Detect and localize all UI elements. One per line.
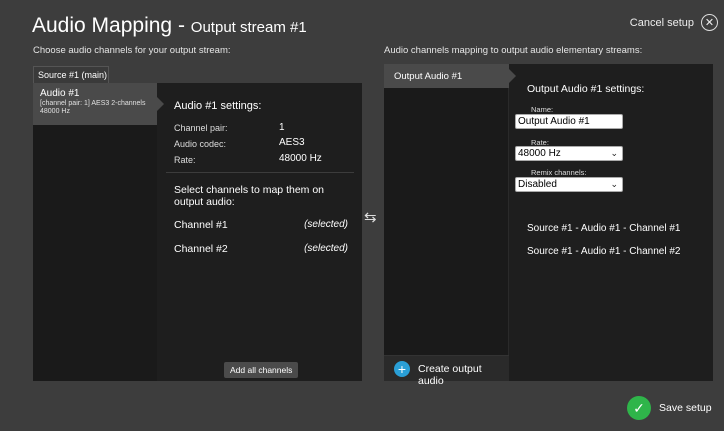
title-subtitle: Output stream #1 xyxy=(190,19,307,36)
output-list xyxy=(384,64,509,381)
rate-select[interactable]: 48000 Hz ⌄ xyxy=(515,146,623,161)
left-caption: Choose audio channels for your output st… xyxy=(33,45,231,56)
title-dash: - xyxy=(177,14,185,37)
plus-icon: + xyxy=(394,361,410,377)
remix-channels-label: Remix channels: xyxy=(531,168,587,177)
cancel-setup-button[interactable]: Cancel setup xyxy=(630,17,694,29)
channel-name: Channel #1 xyxy=(174,219,228,231)
channel-row-2[interactable]: Channel #2 (selected) xyxy=(166,238,354,258)
selection-pointer xyxy=(509,69,516,83)
name-label: Name: xyxy=(531,105,554,114)
tab-source-1[interactable]: Source #1 (main) xyxy=(33,66,109,83)
create-output-audio-button[interactable]: + Create output audio xyxy=(384,355,509,387)
channel-status: (selected) xyxy=(304,243,348,254)
channel-name: Channel #2 xyxy=(174,243,228,255)
divider xyxy=(166,172,354,173)
output-settings-title: Output Audio #1 settings: xyxy=(527,83,645,95)
audio-list xyxy=(33,83,157,381)
audio-settings-title: Audio #1 settings: xyxy=(174,100,262,112)
selection-pointer xyxy=(157,97,164,111)
remix-select-value: Disabled xyxy=(518,179,557,190)
rate-select-value: 48000 Hz xyxy=(518,148,561,159)
right-caption: Audio channels mapping to output audio e… xyxy=(384,45,643,56)
setting-value-channel-pair: 1 xyxy=(279,122,285,133)
remix-channels-select[interactable]: Disabled ⌄ xyxy=(515,177,623,192)
save-setup-button[interactable]: ✓ Save setup xyxy=(627,396,713,420)
name-field[interactable]: Output Audio #1 xyxy=(515,114,623,129)
mapping-item-2[interactable]: Source #1 - Audio #1 - Channel #2 xyxy=(527,246,680,257)
output-tab-label: Output Audio #1 xyxy=(394,71,463,82)
chevron-down-icon: ⌄ xyxy=(610,179,618,189)
setting-label-channel-pair: Channel pair: xyxy=(174,123,228,133)
setting-value-rate: 48000 Hz xyxy=(279,153,322,164)
add-all-channels-button[interactable]: Add all channels xyxy=(224,362,299,378)
channel-row-1[interactable]: Channel #1 (selected) xyxy=(166,214,354,234)
checkmark-icon: ✓ xyxy=(627,396,651,420)
close-icon[interactable]: ✕ xyxy=(701,14,718,31)
swap-arrows-icon: ⇆ xyxy=(364,209,377,226)
list-item-audio-1[interactable]: Audio #1 [channel pair: 1] AES3 2-channe… xyxy=(33,83,164,125)
title-main: Audio Mapping xyxy=(32,14,173,37)
mapping-item-1[interactable]: Source #1 - Audio #1 - Channel #1 xyxy=(527,223,680,234)
tab-output-audio-1[interactable]: Output Audio #1 xyxy=(384,64,516,88)
chevron-down-icon: ⌄ xyxy=(610,148,618,158)
save-setup-label: Save setup xyxy=(659,402,712,414)
audio-item-detail: [channel pair: 1] AES3 2-channels 48000 … xyxy=(40,100,146,115)
setting-label-rate: Rate: xyxy=(174,155,196,165)
setting-value-audio-codec: AES3 xyxy=(279,137,305,148)
channel-status: (selected) xyxy=(304,219,348,230)
page-title: Audio Mapping - Output stream #1 xyxy=(32,14,307,38)
audio-item-title: Audio #1 xyxy=(40,88,80,99)
select-channels-prompt: Select channels to map them on output au… xyxy=(174,184,325,208)
setting-label-audio-codec: Audio codec: xyxy=(174,139,227,149)
create-output-audio-label: Create output audio xyxy=(418,363,482,387)
